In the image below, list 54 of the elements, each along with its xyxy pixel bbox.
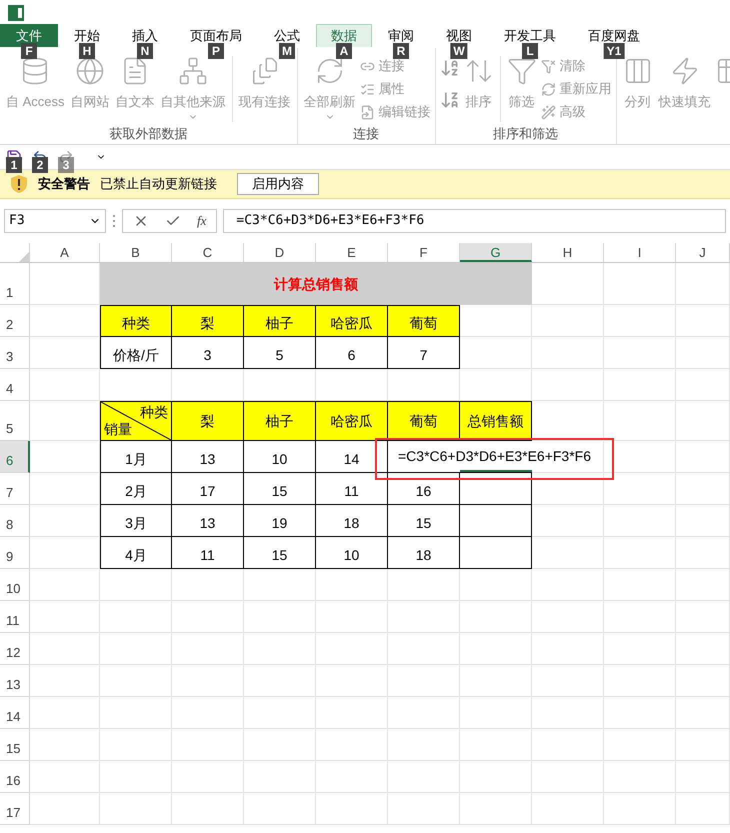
table-cell: 柚子: [244, 305, 316, 337]
table-cell: 11: [172, 537, 244, 569]
table-cell: 1月: [100, 441, 172, 473]
group-label: 获取外部数据: [108, 125, 188, 143]
key-tip-tooltip: H: [79, 43, 95, 59]
table-cell: 6: [316, 337, 388, 369]
table-cell: 3: [172, 337, 244, 369]
key-tip-tooltip: F: [21, 43, 37, 59]
table-cell: 15: [244, 537, 316, 569]
table-cell: 15: [388, 505, 460, 537]
warning-message: 已禁止自动更新链接: [100, 175, 217, 194]
table-cell: 19: [244, 505, 316, 537]
table-cell: 11: [316, 473, 388, 505]
table-cell: 梨: [172, 401, 244, 441]
title-cell: 计算总销售额: [100, 263, 532, 305]
table-cell: 哈密瓜: [316, 401, 388, 441]
key-tip-tooltip: W: [450, 43, 468, 59]
table-cell: 总销售额: [460, 401, 532, 441]
table-cell: 15: [244, 473, 316, 505]
table-cell: 柚子: [244, 401, 316, 441]
table-cell: 10: [244, 441, 316, 473]
table-cell: 种类: [100, 305, 172, 337]
table-cell: 10: [316, 537, 388, 569]
table-cell: 14: [316, 441, 388, 473]
table-cell: 3月: [100, 505, 172, 537]
table-cell: 13: [172, 505, 244, 537]
corner-label: 种类: [140, 403, 168, 422]
key-tip-tooltip: N: [137, 43, 153, 59]
table-cell: 5: [244, 337, 316, 369]
table-cell: 7: [388, 337, 460, 369]
table-cell: 4月: [100, 537, 172, 569]
key-tip-tooltip: R: [393, 43, 409, 59]
table-cell: 哈密瓜: [316, 305, 388, 337]
table-cell: 18: [316, 505, 388, 537]
table-cell: 13: [172, 441, 244, 473]
table-cell: 梨: [172, 305, 244, 337]
table-cell: 2月: [100, 473, 172, 505]
key-tip-tooltip: A: [336, 42, 352, 59]
key-tip-tooltip: P: [208, 43, 224, 59]
corner-label: 销量: [104, 420, 132, 439]
table-cell: 葡萄: [388, 401, 460, 441]
key-tip-tooltip: 2: [32, 157, 48, 173]
warning-title: 安全警告: [38, 175, 90, 194]
group-label: 排序和筛选: [492, 125, 560, 143]
table-cell: 17: [172, 473, 244, 505]
table-cell: 16: [388, 473, 460, 505]
key-tip-tooltip: L: [522, 43, 538, 59]
key-tip-tooltip: Y1: [604, 43, 624, 59]
key-tip-tooltip: 1: [6, 157, 22, 173]
table-cell: 价格/斤: [100, 337, 172, 369]
table-cell: 葡萄: [388, 305, 460, 337]
key-tip-tooltip: M: [279, 43, 295, 59]
group-label: 连接: [352, 125, 380, 143]
table-cell: 18: [388, 537, 460, 569]
